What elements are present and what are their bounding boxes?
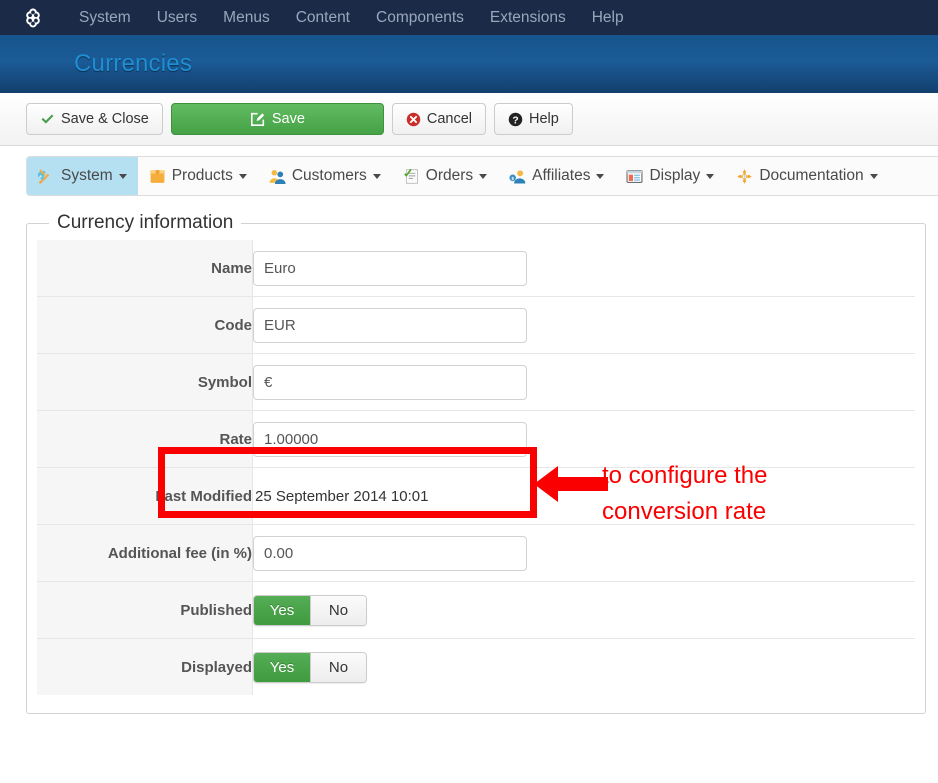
tools-icon — [38, 168, 55, 185]
question-circle-icon: ? — [508, 112, 523, 127]
nav-tab-orders[interactable]: Orders — [392, 157, 498, 195]
nav-tab-orders-label: Orders — [425, 167, 474, 184]
topbar-item-content[interactable]: Content — [283, 0, 363, 35]
nav-tab-documentation-label: Documentation — [759, 167, 864, 184]
chevron-down-icon — [479, 173, 488, 179]
nav-tab-affiliates[interactable]: $ Affiliates — [498, 157, 615, 195]
editor-toolbar: Save & Close Save Cancel ? Help — [0, 93, 938, 146]
symbol-label: Symbol — [37, 353, 253, 411]
additional-fee-label: Additional fee (in %) — [37, 524, 253, 582]
topbar-item-help[interactable]: Help — [579, 0, 637, 35]
topbar-item-extensions[interactable]: Extensions — [477, 0, 579, 35]
help-button[interactable]: ? Help — [494, 103, 573, 135]
published-cell: Yes No — [252, 581, 915, 639]
chevron-down-icon — [372, 173, 381, 179]
users-icon — [269, 168, 286, 185]
cancel-label: Cancel — [426, 111, 472, 127]
code-field[interactable] — [253, 307, 527, 343]
topbar-item-users[interactable]: Users — [144, 0, 210, 35]
symbol-field[interactable] — [253, 364, 527, 400]
displayed-no-option[interactable]: No — [310, 652, 366, 682]
checkmark-icon — [40, 112, 55, 126]
table-row: Name — [37, 240, 915, 297]
topbar-item-components[interactable]: Components — [363, 0, 477, 35]
topbar-item-system[interactable]: System — [66, 0, 144, 35]
chevron-down-icon — [596, 173, 605, 179]
additional-fee-field[interactable] — [253, 535, 527, 571]
last-modified-label: Last Modified — [37, 467, 253, 525]
displayed-cell: Yes No — [252, 638, 915, 695]
table-row: Rate — [37, 410, 915, 468]
nav-tab-products[interactable]: Products — [138, 157, 258, 195]
rate-label: Rate — [37, 410, 253, 468]
chevron-down-icon — [238, 173, 247, 179]
table-row: Last Modified 25 September 2014 10:01 — [37, 467, 915, 525]
name-label: Name — [37, 240, 253, 297]
displayed-toggle[interactable]: Yes No — [253, 651, 367, 683]
symbol-cell — [252, 353, 915, 411]
published-no-option[interactable]: No — [310, 595, 366, 625]
form-content-area: Currency information Name Code Symbol — [0, 196, 938, 714]
component-nav-tabs: System Products Customers Orders $ Affil… — [26, 156, 938, 196]
last-modified-cell: 25 September 2014 10:01 — [252, 467, 915, 525]
chevron-down-icon — [706, 173, 715, 179]
displayed-label: Displayed — [37, 638, 253, 695]
nav-tab-customers-label: Customers — [291, 167, 367, 184]
table-row: Symbol — [37, 353, 915, 411]
close-circle-icon — [406, 112, 421, 127]
code-cell — [252, 296, 915, 354]
rate-field[interactable] — [253, 421, 527, 457]
box-icon — [149, 168, 166, 185]
nav-tab-products-label: Products — [171, 167, 233, 184]
code-label: Code — [37, 296, 253, 354]
save-label: Save — [271, 111, 305, 127]
table-row: Additional fee (in %) — [37, 524, 915, 582]
name-field[interactable] — [253, 250, 527, 286]
last-modified-value: 25 September 2014 10:01 — [255, 487, 429, 505]
topbar-item-menus[interactable]: Menus — [210, 0, 283, 35]
nav-tab-documentation[interactable]: ? Documentation — [725, 157, 888, 195]
window-icon — [626, 168, 644, 185]
additional-fee-cell — [252, 524, 915, 582]
currency-information-panel: Currency information Name Code Symbol — [26, 212, 926, 714]
displayed-yes-option[interactable]: Yes — [254, 652, 310, 682]
admin-top-menu-bar: System Users Menus Content Components Ex… — [0, 0, 938, 35]
save-and-close-label: Save & Close — [61, 111, 149, 127]
rate-cell — [252, 410, 915, 468]
puzzle-icon: ? — [736, 168, 753, 185]
cancel-button[interactable]: Cancel — [391, 103, 486, 135]
currency-form-table: Name Code Symbol — [37, 240, 915, 695]
save-button[interactable]: Save — [170, 103, 384, 135]
page-title: Currencies — [74, 50, 193, 77]
nav-tab-system[interactable]: System — [27, 157, 138, 195]
panel-legend: Currency information — [57, 212, 234, 233]
joomla-logo-icon[interactable] — [22, 7, 44, 29]
nav-tab-system-label: System — [61, 167, 113, 184]
component-nav-wrapper: System Products Customers Orders $ Affil… — [0, 146, 938, 196]
published-label: Published — [37, 581, 253, 639]
chevron-down-icon — [869, 173, 878, 179]
nav-tab-display-label: Display — [649, 167, 701, 184]
save-and-close-button[interactable]: Save & Close — [26, 103, 163, 135]
svg-text:?: ? — [512, 115, 518, 126]
name-cell — [253, 240, 916, 297]
nav-tab-display[interactable]: Display — [615, 157, 725, 195]
nav-tab-customers[interactable]: Customers — [258, 157, 392, 195]
affiliate-user-icon: $ — [509, 168, 526, 185]
chevron-down-icon — [118, 173, 127, 179]
page-header-bar: Currencies — [0, 35, 938, 93]
checklist-icon — [403, 168, 420, 185]
help-label: Help — [529, 111, 559, 127]
edit-pencil-icon — [250, 111, 266, 127]
published-yes-option[interactable]: Yes — [254, 595, 310, 625]
published-toggle[interactable]: Yes No — [253, 594, 367, 626]
table-row: Code — [37, 296, 915, 354]
nav-tab-affiliates-label: Affiliates — [532, 167, 591, 184]
table-row: Displayed Yes No — [37, 638, 915, 695]
table-row: Published Yes No — [37, 581, 915, 639]
